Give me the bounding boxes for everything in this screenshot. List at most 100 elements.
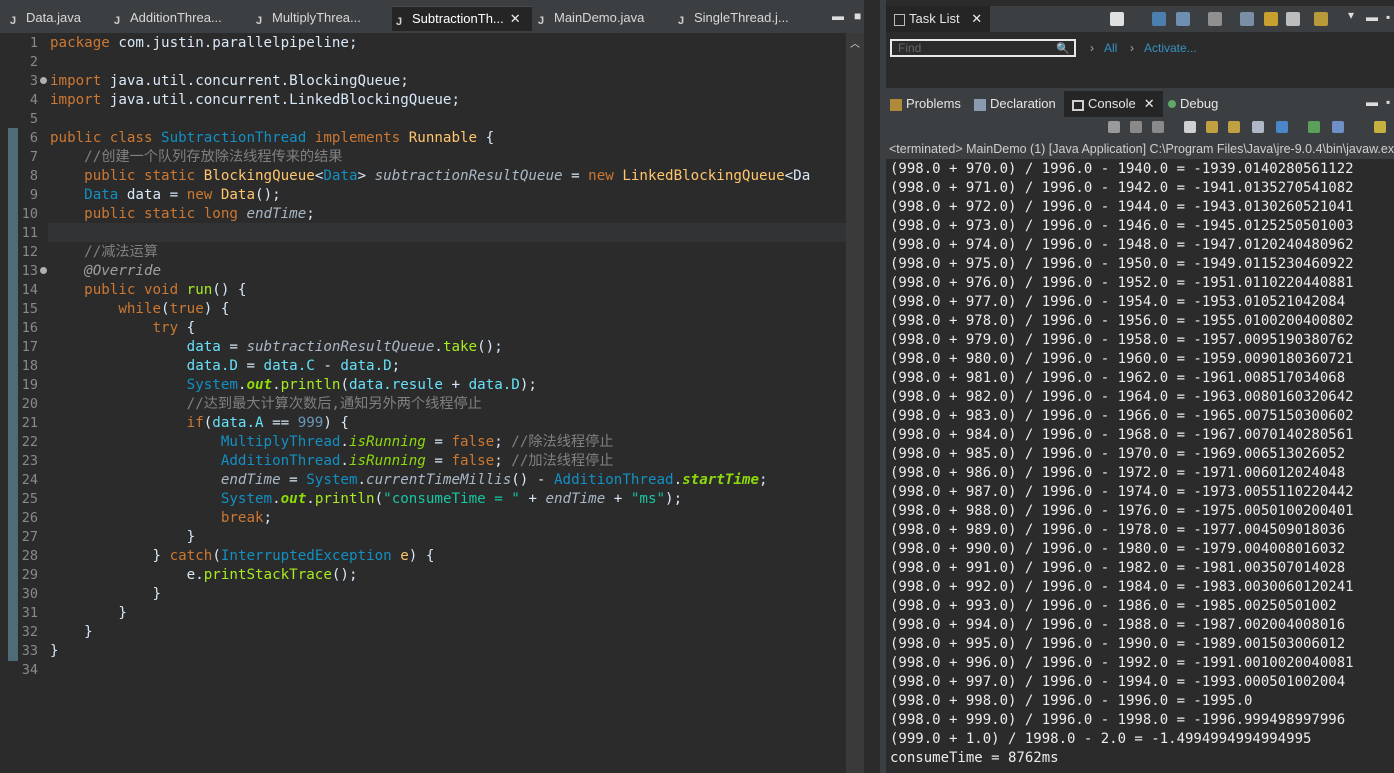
line-number: 19 <box>21 377 38 393</box>
collapse-icon[interactable] <box>1286 12 1300 26</box>
maximize-icon[interactable]: ▪ <box>1386 95 1390 109</box>
console-line: (998.0 + 976.0) / 1996.0 - 1952.0 = -195… <box>890 275 1354 291</box>
tab-additionthread[interactable]: J AdditionThrea... <box>114 6 244 30</box>
line-number: 20 <box>21 396 38 412</box>
pane-separator[interactable] <box>864 0 880 773</box>
tab-task-list[interactable]: Task List ✕ <box>886 6 991 32</box>
line-number: 22 <box>21 434 38 450</box>
sync-icon[interactable] <box>1314 12 1328 26</box>
console-toolbar <box>886 117 1394 139</box>
tab-multiplythread[interactable]: J MultiplyThrea... <box>256 6 386 30</box>
code-line: e.printStackTrace(); <box>50 567 358 583</box>
line-number: 6 <box>29 130 38 146</box>
code-line: try { <box>50 320 196 336</box>
filter-all-link[interactable]: All <box>1104 41 1117 55</box>
view-menu-icon[interactable]: ▾ <box>1348 8 1354 22</box>
declaration-icon <box>974 99 986 111</box>
console-line: (998.0 + 981.0) / 1996.0 - 1962.0 = -196… <box>890 370 1346 386</box>
line-number: 30 <box>21 586 38 602</box>
line-number: 17 <box>21 339 38 355</box>
line-number: 12 <box>21 244 38 260</box>
priority-icon[interactable] <box>1264 12 1278 26</box>
code-line: @Override <box>50 263 162 279</box>
show-stdout-icon[interactable] <box>1252 121 1264 133</box>
tab-debug[interactable]: Debug <box>1168 91 1218 117</box>
close-icon[interactable]: ✕ <box>1144 96 1155 111</box>
pin-console-icon[interactable] <box>1308 121 1320 133</box>
minimize-icon[interactable]: ▬ <box>1366 10 1378 24</box>
line-number: 15 <box>21 301 38 317</box>
code-line: } catch(InterruptedException e) { <box>50 548 435 564</box>
close-icon[interactable]: ✕ <box>510 11 521 26</box>
console-line: (998.0 + 990.0) / 1996.0 - 1980.0 = -197… <box>890 541 1346 557</box>
tab-singlethread[interactable]: J SingleThread.j... <box>678 6 808 30</box>
console-output[interactable]: (998.0 + 970.0) / 1996.0 - 1940.0 = -193… <box>886 159 1394 773</box>
bottom-tab-bar: Problems Declaration Console ✕ Debug ▬ ▪ <box>886 91 1394 117</box>
console-line: (998.0 + 999.0) / 1996.0 - 1998.0 = -199… <box>890 712 1346 728</box>
maximize-icon[interactable]: ▪ <box>1386 10 1390 24</box>
console-line: (998.0 + 974.0) / 1996.0 - 1948.0 = -194… <box>890 237 1354 253</box>
focus-icon[interactable] <box>1240 12 1254 26</box>
line-number: 26 <box>21 510 38 526</box>
editor-vertical-scrollbar[interactable]: ︿ <box>846 33 864 773</box>
line-number: 23 <box>21 453 38 469</box>
terminate-icon[interactable] <box>1108 121 1120 133</box>
line-number: 13 <box>21 263 38 279</box>
display-console-icon[interactable] <box>1332 121 1344 133</box>
code-line: } <box>50 605 127 621</box>
tab-problems[interactable]: Problems <box>890 91 961 117</box>
word-wrap-icon[interactable] <box>1228 121 1240 133</box>
filter-icon[interactable] <box>1208 12 1222 26</box>
java-file-icon: J <box>396 16 403 28</box>
code-line: data.D = data.C - data.D; <box>50 358 401 374</box>
code-line: //达到最大计算次数后,通知另外两个线程停止 <box>50 396 482 412</box>
categorize-icon[interactable] <box>1152 12 1166 26</box>
new-task-icon[interactable] <box>1110 12 1124 26</box>
fold-toggle-icon[interactable] <box>40 77 47 84</box>
console-line: (998.0 + 994.0) / 1996.0 - 1988.0 = -198… <box>890 617 1346 633</box>
code-line: break; <box>50 510 273 526</box>
maximize-icon[interactable]: ■ <box>854 9 861 23</box>
code-line: //减法运算 <box>50 244 158 260</box>
console-line: (998.0 + 993.0) / 1996.0 - 1986.0 = -198… <box>890 598 1337 614</box>
problems-icon <box>890 99 902 111</box>
console-line: consumeTime = 8762ms <box>890 750 1059 766</box>
scheduled-icon[interactable] <box>1176 12 1190 26</box>
remove-all-icon[interactable] <box>1152 121 1164 133</box>
java-file-icon: J <box>538 15 545 27</box>
console-icon <box>1072 100 1084 111</box>
console-line: (998.0 + 986.0) / 1996.0 - 1972.0 = -197… <box>890 465 1346 481</box>
tab-declaration[interactable]: Declaration <box>974 91 1056 117</box>
minimize-icon[interactable]: ▬ <box>832 9 844 23</box>
tab-maindemo[interactable]: J MainDemo.java <box>538 6 668 30</box>
console-status: <terminated> MainDemo (1) [Java Applicat… <box>886 139 1394 159</box>
chevron-right-icon: › <box>1090 41 1094 55</box>
open-console-icon[interactable] <box>1374 121 1386 133</box>
remove-launch-icon[interactable] <box>1130 121 1142 133</box>
show-stderr-icon[interactable] <box>1276 121 1288 133</box>
clear-console-icon[interactable] <box>1184 121 1196 133</box>
scroll-lock-icon[interactable] <box>1206 121 1218 133</box>
code-line: AdditionThread.isRunning = false; //加法线程… <box>50 453 614 469</box>
tab-data-java[interactable]: J Data.java <box>10 6 106 30</box>
close-icon[interactable]: ✕ <box>971 11 982 26</box>
code-line: System.out.println("consumeTime = " + en… <box>50 491 683 507</box>
line-number: 1 <box>29 35 38 51</box>
activate-link[interactable]: Activate... <box>1144 41 1197 55</box>
scroll-up-icon[interactable]: ︿ <box>849 35 861 50</box>
console-line: (998.0 + 972.0) / 1996.0 - 1944.0 = -194… <box>890 199 1354 215</box>
code-line: data = subtractionResultQueue.take(); <box>50 339 503 355</box>
code-line: } <box>50 586 162 602</box>
code-line: import java.util.concurrent.BlockingQueu… <box>50 73 409 89</box>
task-find-input[interactable]: Find 🔍 <box>890 39 1076 57</box>
console-line: (998.0 + 991.0) / 1996.0 - 1982.0 = -198… <box>890 560 1346 576</box>
tab-console[interactable]: Console ✕ <box>1064 91 1163 117</box>
minimize-icon[interactable]: ▬ <box>1366 95 1378 109</box>
tab-subtractionthread[interactable]: J SubtractionTh... ✕ <box>392 6 532 31</box>
line-number: 25 <box>21 491 38 507</box>
fold-toggle-icon[interactable] <box>40 267 47 274</box>
change-ruler <box>0 33 18 773</box>
console-line: (998.0 + 977.0) / 1996.0 - 1954.0 = -195… <box>890 294 1346 310</box>
console-line: (998.0 + 982.0) / 1996.0 - 1964.0 = -196… <box>890 389 1354 405</box>
code-line: System.out.println(data.resule + data.D)… <box>50 377 537 393</box>
